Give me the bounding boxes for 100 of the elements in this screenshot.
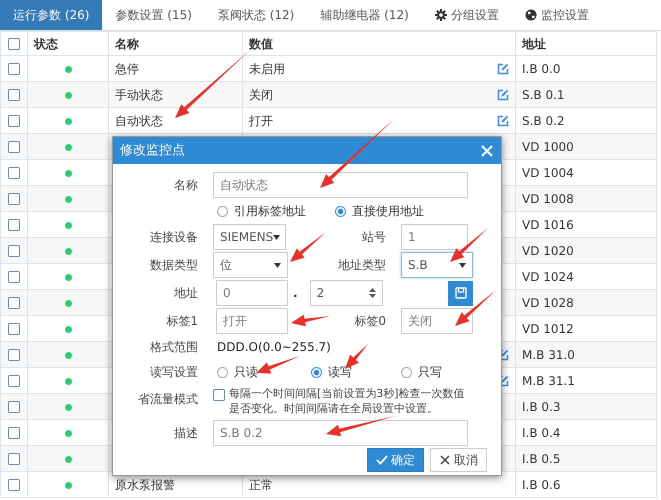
separator-dot: . [293,285,298,302]
annotation-arrow [455,290,496,326]
field-label: 标签0 [354,313,387,330]
table-cell: VD 1000 [522,140,574,154]
checkbox[interactable] [8,401,20,414]
table-cell: I.B 0.3 [522,400,560,414]
table-cell: VD 1020 [522,244,574,258]
label0-field[interactable]: 关闭 [401,308,473,334]
checkbox[interactable] [8,38,20,50]
table-cell: VD 1008 [522,192,574,206]
field-label: 读写设置 [150,364,199,381]
checkbox[interactable] [8,271,20,284]
tab[interactable]: 泵阀状态 (12) [204,0,308,30]
edit-icon[interactable] [497,88,509,100]
checkbox[interactable] [8,245,20,258]
table-cell: 手动状态 [115,88,163,102]
field-label: 格式范围 [150,339,199,356]
table-cell: VD 1024 [522,270,574,284]
edit-icon[interactable] [497,62,509,74]
checkbox[interactable] [8,375,20,388]
tab[interactable]: 运行参数 (26) [0,0,102,30]
annotation-arrow [450,228,488,262]
table-cell: VD 1016 [522,218,574,232]
status-dot [64,352,72,358]
description-field[interactable]: S.B 0.2 [213,420,468,446]
select-field[interactable]: S.B [401,252,473,278]
tab[interactable]: 分组设置 [422,0,512,30]
checkbox[interactable] [8,89,20,102]
field-label: 省流量模式 [138,391,199,408]
spinner-icon[interactable] [368,288,376,298]
field-label: 地址类型 [338,257,387,274]
tab[interactable]: 参数设置 (15) [102,0,205,30]
table-cell: 急停 [115,62,139,76]
label1-field[interactable]: 打开 [216,308,288,334]
checkbox[interactable] [8,141,20,154]
globe-icon [524,9,537,21]
status-dot [64,222,72,228]
status-dot [64,66,72,72]
table-cell: M.B 31.1 [522,374,575,388]
address-field[interactable]: 0 [216,280,288,306]
field-label: 连接设备 [150,229,199,246]
table-cell-text: 正常 [249,476,273,494]
table-cell: I.B 0.5 [522,452,560,466]
annotation-arrow [291,314,330,326]
radio-option[interactable]: 只读 [217,363,311,381]
name-field[interactable]: 自动状态 [213,172,468,198]
annotation-arrow [256,356,300,374]
radio-option[interactable]: 直接使用地址 [335,202,424,220]
cancel-button[interactable]: 取消 [430,448,487,472]
checkbox[interactable] [213,389,225,401]
status-dot [64,326,72,332]
status-dot [64,378,72,384]
dialog-title: 修改监控点 [120,142,185,160]
checkbox[interactable] [8,323,20,336]
radio-option[interactable]: 引用标签地址 [217,202,335,220]
table-cell: 原水泵报警 [115,478,175,492]
close-button[interactable] [480,144,494,158]
table-cell: 自动状态 [115,114,163,128]
table-cell: S.B 0.1 [522,88,565,102]
table-cell: VD 1012 [522,322,574,336]
column-header: 状态 [34,36,58,50]
number-field[interactable]: 2 [310,280,383,306]
select-field[interactable]: SIEMENS [213,224,286,250]
radio-option[interactable]: 只写 [401,363,442,381]
checkbox[interactable] [8,349,20,362]
status-dot [64,274,72,280]
save-button[interactable] [448,280,473,306]
status-dot [64,404,72,410]
field-label: 标签1 [166,313,199,330]
checkbox[interactable] [8,167,20,180]
checkbox[interactable] [8,115,20,128]
tab[interactable]: 监控设置 [512,0,602,30]
status-dot [64,144,72,150]
checkbox[interactable] [8,297,20,310]
table-cell: I.B 0.4 [522,426,560,440]
edit-icon[interactable] [497,114,509,126]
tab[interactable]: 辅助继电器 (12) [307,0,422,30]
checkbox[interactable] [8,219,20,232]
checkbox[interactable] [8,193,20,206]
annotation-arrow [326,416,395,436]
field-label: 名称 [174,177,199,194]
checkbox[interactable] [8,63,20,76]
table-cell: VD 1028 [522,296,574,310]
status-dot [64,430,72,436]
table-cell: M.B 31.0 [522,348,575,362]
confirm-button[interactable]: 确定 [367,448,424,472]
status-dot [64,170,72,176]
checkbox[interactable] [8,479,20,492]
status-dot [64,300,72,306]
checkbox[interactable] [8,427,20,440]
station-field[interactable]: 1 [401,224,468,250]
saving-mode-description: 每隔一个时间间隔[当前设置为3秒]检查一次数值是否变化。时间间隔请在全局设置中设置。 [229,386,466,416]
select-field[interactable]: 位 [213,252,288,278]
cross-icon [439,454,451,466]
table-cell: I.B 0.0 [522,62,560,76]
format-range: DDD.O(0.0~255.7) [216,339,332,356]
caret-icon [273,234,280,240]
checkbox[interactable] [8,453,20,466]
annotation-arrow [290,232,326,262]
column-header: 地址 [522,36,546,50]
